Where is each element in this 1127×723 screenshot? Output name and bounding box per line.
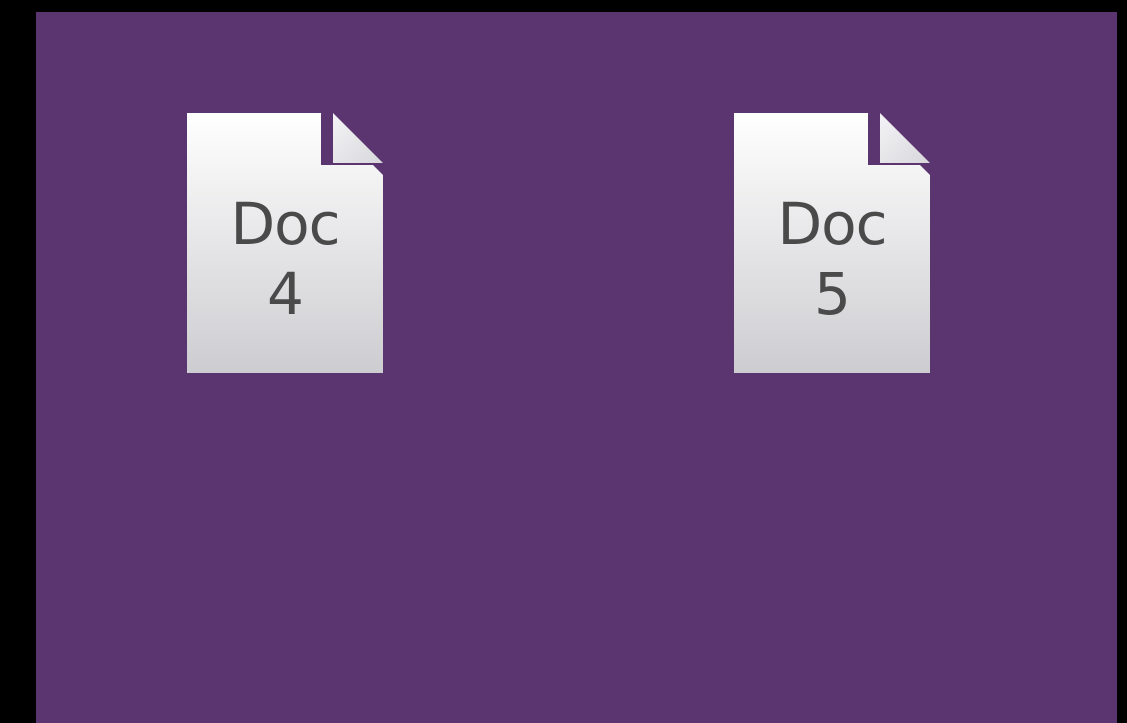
document-label: Doc 4 (187, 189, 383, 329)
document-label-line1: Doc (777, 190, 887, 258)
document-doc-4[interactable]: Doc 4 (187, 113, 383, 373)
document-doc-5[interactable]: Doc 5 (734, 113, 930, 373)
document-label-line2: 4 (267, 260, 304, 328)
content-panel: Doc 4 Doc 5 (36, 12, 1117, 723)
slide-frame: Doc 4 Doc 5 (0, 0, 1127, 723)
document-label: Doc 5 (734, 189, 930, 329)
document-label-line2: 5 (814, 260, 851, 328)
document-label-line1: Doc (230, 190, 340, 258)
